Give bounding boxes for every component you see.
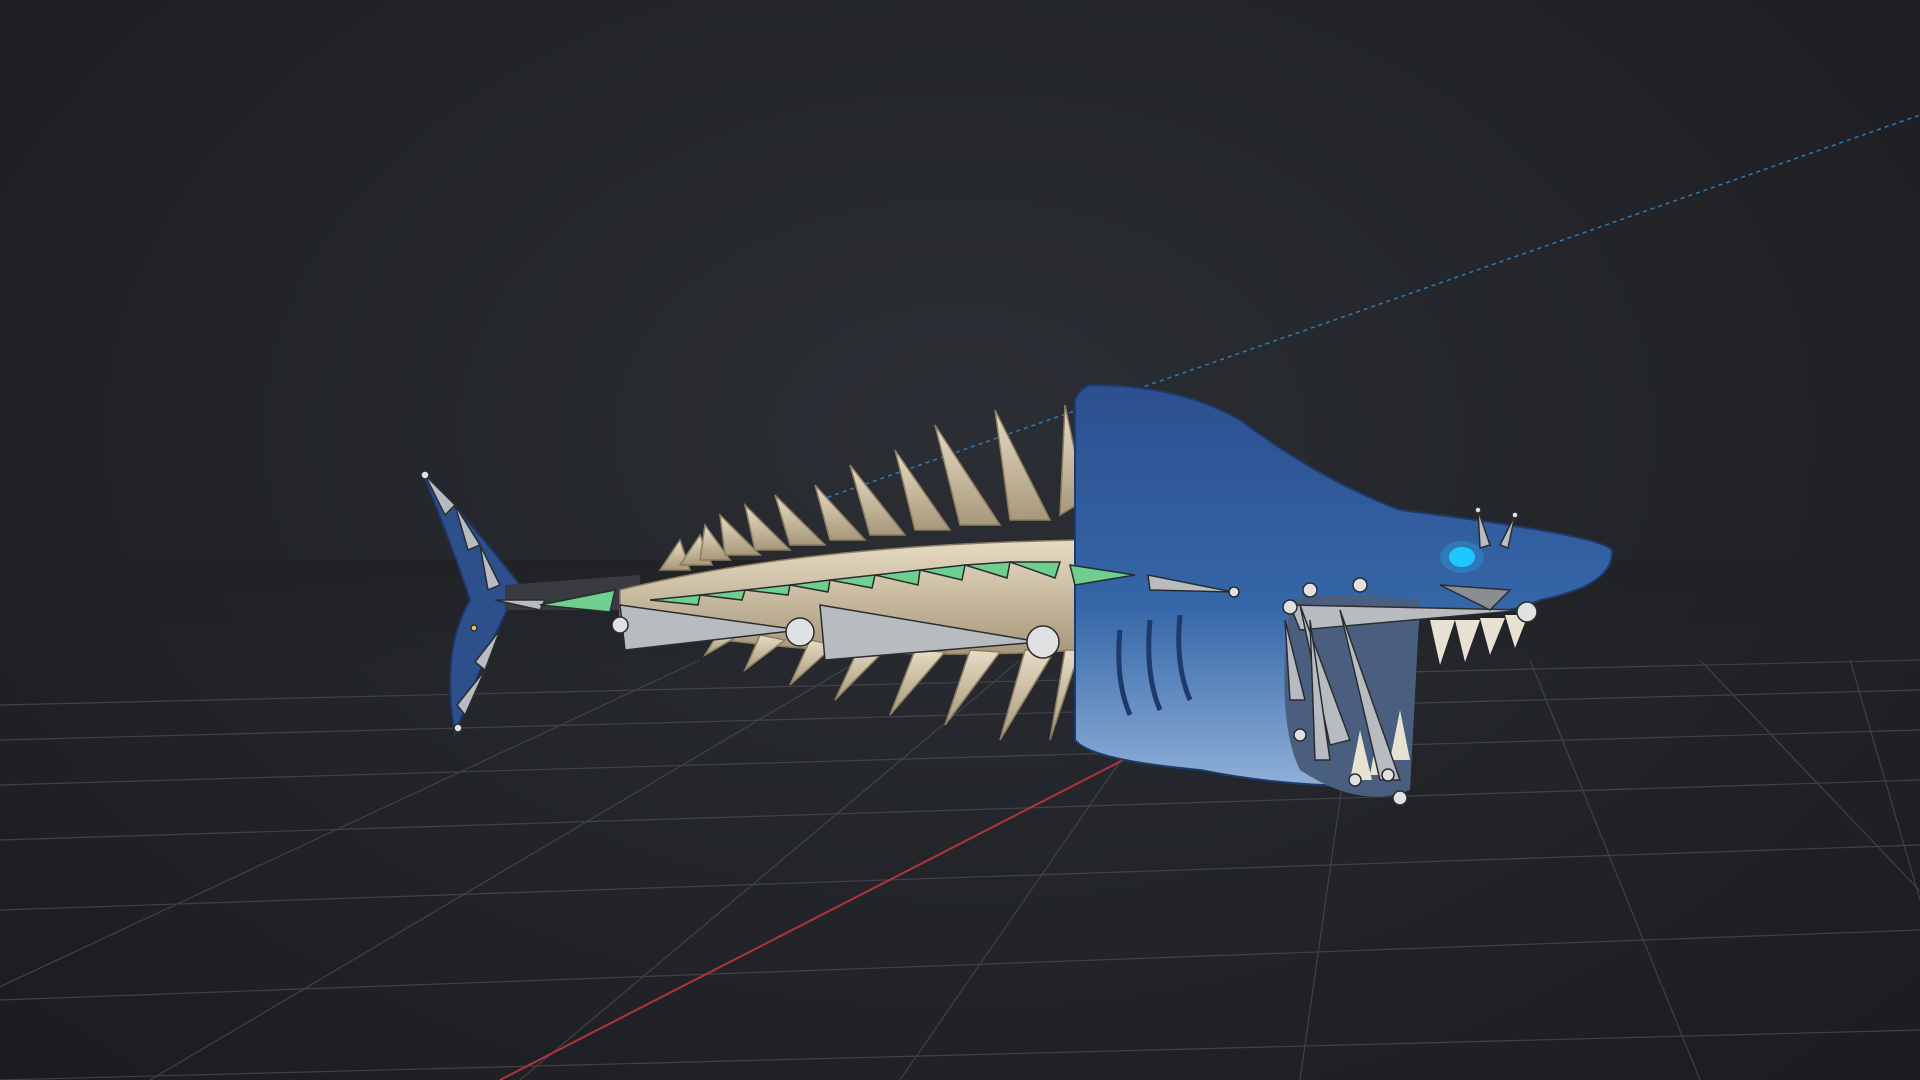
viewport-scene[interactable] xyxy=(0,0,1920,1080)
grid-floor xyxy=(0,659,1920,1080)
y-axis-line xyxy=(819,114,1920,501)
3d-viewport[interactable] xyxy=(0,0,1920,1080)
